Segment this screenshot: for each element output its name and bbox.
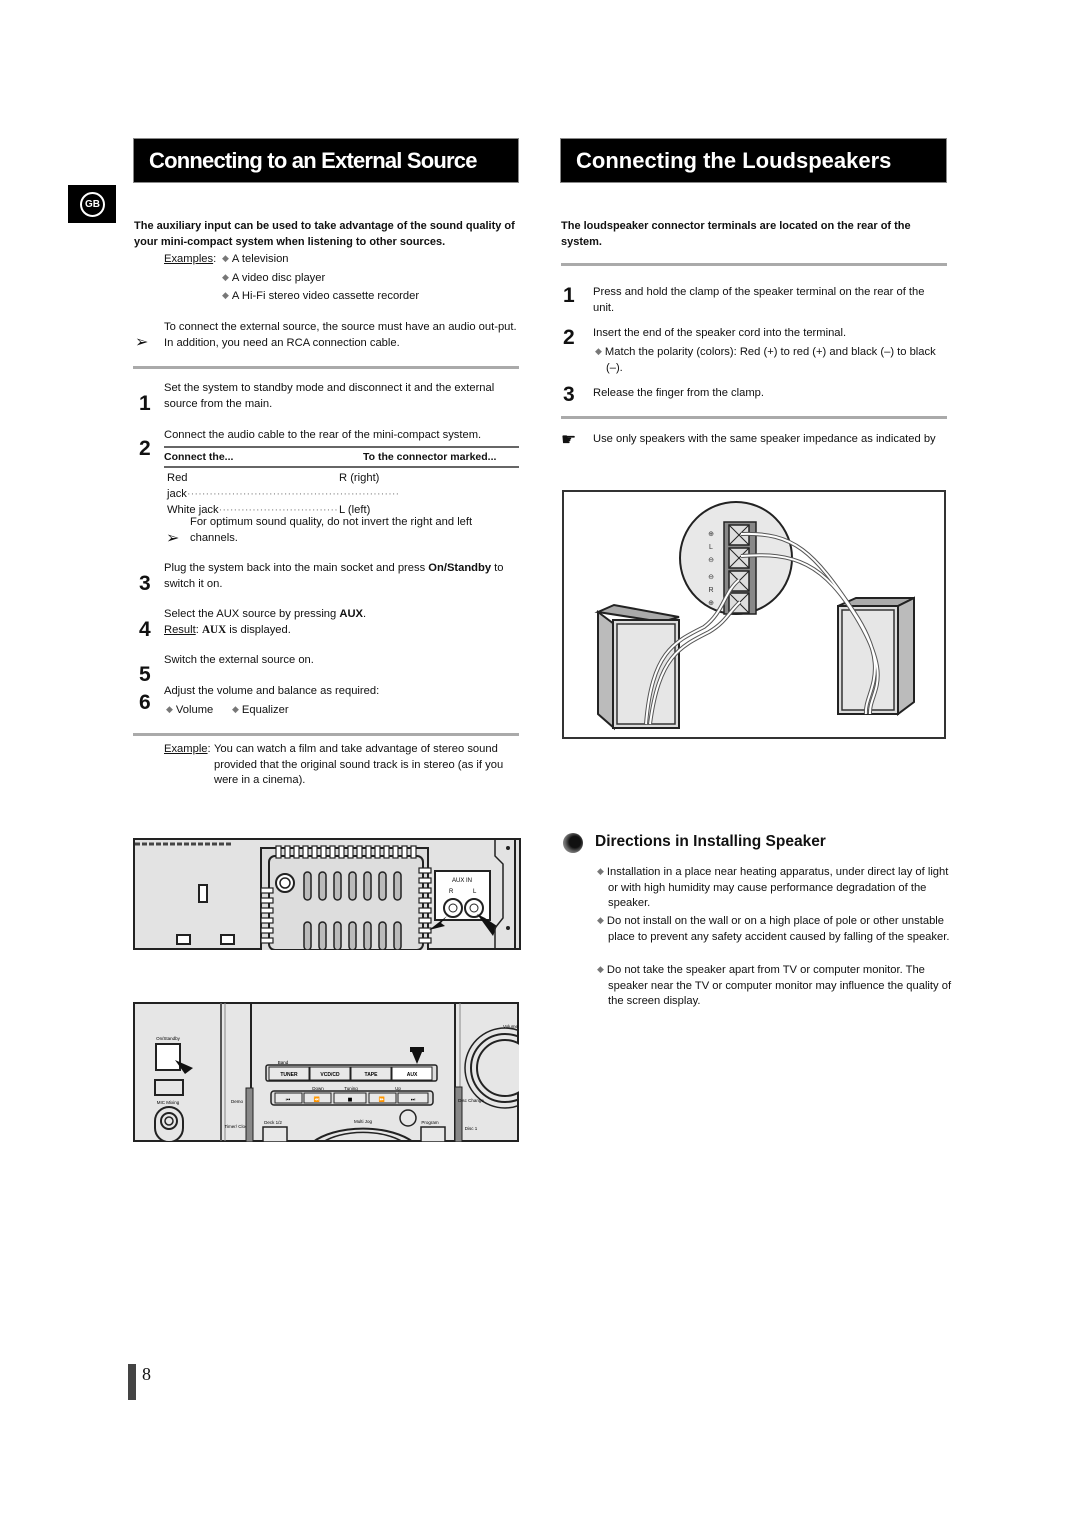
step-text: Press and hold the clamp of the speaker … — [593, 286, 925, 314]
direction-item: ◆ Installation in a place near heating ap… — [597, 866, 949, 909]
note-arrow-icon: ➢ — [166, 530, 180, 547]
step-number: 4 — [139, 618, 151, 641]
speaker-wiring-diagram: ⊕ L ⊖ ⊖ R ⊕ — [562, 490, 946, 739]
diamond-icon: ◆ — [222, 290, 229, 300]
right-intro: The loudspeaker connector terminals are … — [561, 220, 911, 248]
impedance-note: Use only speakers with the same speaker … — [593, 433, 936, 445]
left-intro: The auxiliary input can be used to take … — [134, 220, 515, 248]
svg-text:⊖: ⊖ — [708, 574, 714, 581]
svg-text:R: R — [449, 889, 454, 895]
step-subitem: ◆ Match the polarity (colors): Red (+) to… — [595, 346, 936, 374]
svg-text:Demo: Demo — [231, 1099, 244, 1104]
diamond-icon: ◆ — [222, 253, 229, 263]
step-number: 3 — [563, 383, 575, 406]
example-item: ◆ A video disc player — [222, 272, 326, 284]
svg-text:Multi Jog: Multi Jog — [354, 1119, 373, 1124]
section-title-external-source: Connecting to an External Source — [133, 138, 519, 183]
diamond-icon: ◆ — [232, 704, 239, 714]
table-header: Connect the... — [164, 451, 234, 463]
pointing-hand-icon: ☛ — [561, 430, 577, 449]
table-header: To the connector marked... — [363, 451, 497, 463]
svg-text:⊕: ⊕ — [708, 600, 714, 607]
step-text: Connect the audio cable to the rear of t… — [164, 429, 482, 441]
step-text: Switch the external source on. — [164, 654, 314, 666]
step-number: 2 — [563, 326, 575, 349]
section-title-loudspeakers: Connecting the Loudspeakers — [560, 138, 947, 183]
aux-in-label: AUX IN — [452, 878, 472, 884]
example-text: You can watch a film and take advantage … — [214, 743, 504, 786]
svg-text:⊖: ⊖ — [708, 557, 714, 564]
step-number: 5 — [139, 663, 151, 686]
svg-text:Volume: Volume — [503, 1024, 519, 1029]
svg-text:AUX: AUX — [407, 1072, 418, 1078]
diamond-icon: ◆ — [166, 704, 173, 714]
svg-text:⏮: ⏮ — [286, 1097, 291, 1103]
svg-text:Program: Program — [421, 1120, 439, 1125]
page-number-bar — [128, 1364, 136, 1400]
example-item: ◆ A Hi-Fi stereo video cassette recorder — [222, 290, 420, 302]
option-item: ◆ Equalizer — [232, 704, 289, 716]
step-number: 1 — [139, 392, 151, 415]
section-bullet-icon — [563, 833, 583, 853]
table-row: Red jack································… — [167, 472, 400, 500]
svg-text:⏪: ⏪ — [314, 1096, 320, 1103]
svg-text:L: L — [709, 544, 713, 551]
divider — [561, 263, 947, 266]
svg-text:Deck 1/2: Deck 1/2 — [264, 1120, 282, 1125]
step-number: 6 — [139, 691, 151, 714]
connection-table: Connect the... To the connector marked..… — [164, 446, 519, 519]
option-item: ◆ Volume — [166, 704, 214, 716]
step-number: 2 — [139, 437, 151, 460]
svg-text:■: ■ — [348, 1097, 353, 1103]
direction-item: ◆ Do not take the speaker apart from TV o… — [597, 964, 952, 1007]
svg-text:VCD/CD: VCD/CD — [320, 1072, 340, 1078]
diamond-icon: ◆ — [597, 964, 604, 974]
svg-text:Disc 1: Disc 1 — [465, 1126, 478, 1131]
step-text: Select the AUX source by pressing AUX. Re… — [164, 608, 367, 636]
svg-text:MIC Mixing: MIC Mixing — [157, 1100, 180, 1105]
gb-icon: GB — [80, 192, 105, 217]
divider — [133, 366, 519, 369]
step-number: 3 — [139, 572, 151, 595]
step-text: Plug the system back into the main socke… — [164, 562, 504, 590]
examples-label: Examples: — [164, 253, 217, 265]
rear-panel-illustration: AUX IN R L — [133, 838, 521, 951]
example-item: ◆ A television — [222, 253, 289, 265]
svg-text:R: R — [708, 587, 713, 594]
step-number: 1 — [563, 284, 575, 307]
note-arrow-icon: ➢ — [135, 334, 149, 351]
svg-text:⏭: ⏭ — [411, 1097, 416, 1103]
diamond-icon: ◆ — [595, 346, 602, 356]
diamond-icon: ◆ — [597, 915, 604, 925]
svg-text:On/Standby: On/Standby — [156, 1036, 181, 1041]
example-label: Example: — [164, 743, 211, 755]
directions-title: Directions in Installing Speaker — [595, 833, 826, 850]
diamond-icon: ◆ — [597, 866, 604, 876]
page-number: 8 — [142, 1364, 151, 1384]
step-text: Adjust the volume and balance as require… — [164, 685, 380, 697]
direction-item: ◆ Do not install on the wall or on a high… — [597, 915, 950, 943]
svg-text:TUNER: TUNER — [280, 1072, 298, 1078]
language-badge: GB — [68, 185, 116, 223]
divider — [561, 416, 947, 419]
svg-text:⊕: ⊕ — [708, 531, 714, 538]
divider — [133, 733, 519, 736]
front-panel-illustration: On/Standby MIC Mixing Demo Timer/ Clock … — [133, 1002, 546, 1143]
step-text: Set the system to standby mode and disco… — [164, 382, 495, 410]
svg-text:⏩: ⏩ — [379, 1096, 385, 1103]
step-text: Release the finger from the clamp. — [593, 387, 765, 399]
note-channels: For optimum sound quality, do not invert… — [190, 516, 473, 544]
svg-text:Disc Change: Disc Change — [458, 1098, 484, 1103]
step-text: Insert the end of the speaker cord into … — [593, 327, 847, 339]
note-rca-cable: To connect the external source, the sour… — [164, 321, 517, 349]
on-standby-button — [155, 1043, 181, 1071]
diamond-icon: ◆ — [222, 272, 229, 282]
svg-text:TAPE: TAPE — [365, 1072, 379, 1078]
